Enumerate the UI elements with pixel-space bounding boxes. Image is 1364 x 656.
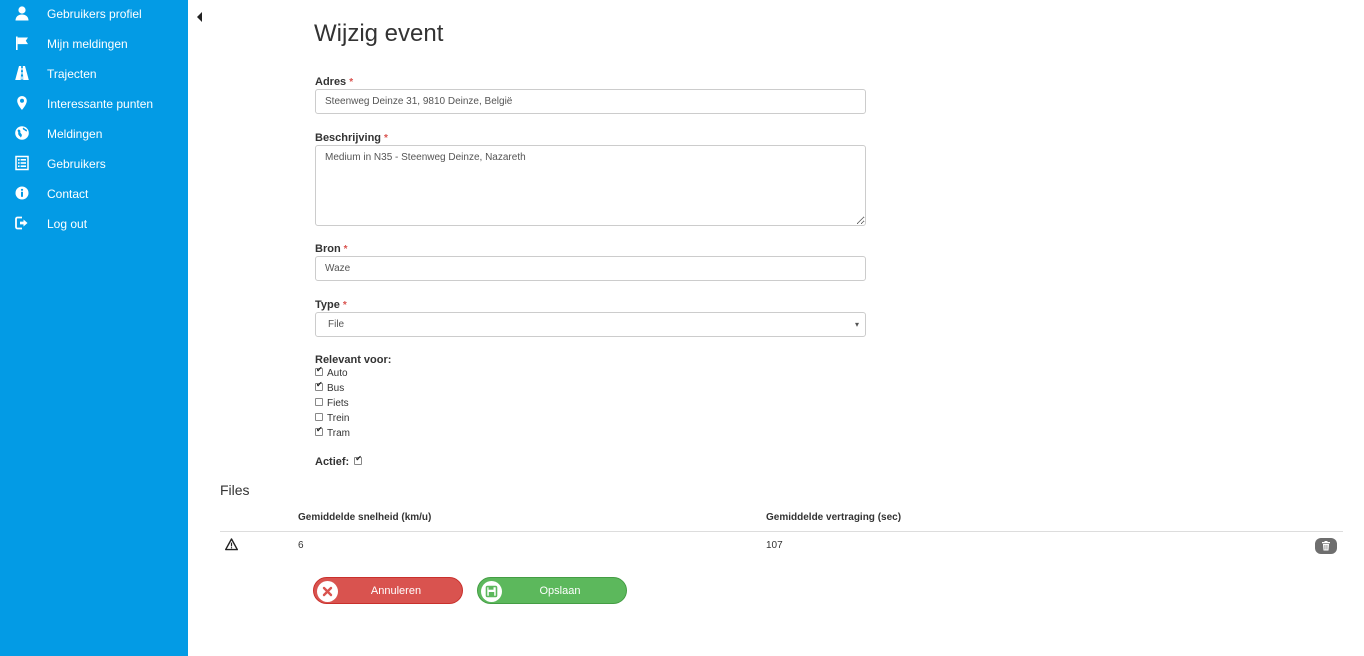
list-icon (14, 155, 32, 173)
description-label: Beschrijving * (315, 132, 388, 144)
sidebar-item-interessante-punten[interactable]: Interessante punten (0, 92, 188, 122)
column-header-delay: Gemiddelde vertraging (sec) (766, 512, 902, 523)
sidebar-item-label: Interessante punten (47, 97, 154, 111)
checkbox[interactable] (315, 413, 323, 422)
sidebar: Gebruikers profiel Mijn meldingen Trajec… (0, 0, 188, 656)
delete-button[interactable] (1315, 538, 1337, 554)
delay-cell: 107 (766, 540, 783, 551)
source-input[interactable] (315, 256, 866, 281)
road-icon (14, 65, 32, 83)
warning-icon (225, 538, 238, 551)
save-button-label: Opslaan (539, 585, 581, 597)
sidebar-item-gebruikers-profiel[interactable]: Gebruikers profiel (0, 2, 188, 32)
sidebar-item-label: Log out (47, 217, 88, 231)
speed-cell: 6 (298, 540, 304, 551)
sidebar-item-gebruikers[interactable]: Gebruikers (0, 152, 188, 182)
sidebar-item-contact[interactable]: Contact (0, 182, 188, 212)
type-select-value: File (328, 319, 345, 330)
required-mark: * (343, 244, 348, 255)
required-mark: * (342, 300, 347, 311)
sidebar-item-label: Meldingen (47, 127, 103, 141)
relevant-bus-checkbox[interactable]: Bus (315, 380, 344, 397)
sidebar-item-trajecten[interactable]: Trajecten (0, 62, 188, 92)
required-mark: * (349, 77, 354, 88)
relevant-fiets-checkbox[interactable]: Fiets (315, 398, 349, 412)
trash-icon (1322, 541, 1330, 551)
files-title: Files (220, 482, 250, 498)
type-select[interactable]: File ▾ (315, 312, 866, 337)
sidebar-item-label: Trajecten (47, 67, 97, 81)
save-button[interactable]: Opslaan (477, 577, 627, 604)
sidebar-item-label: Gebruikers profiel (47, 7, 142, 21)
log-out-icon (14, 215, 32, 233)
info-icon (14, 185, 32, 203)
cancel-button-label: Annuleren (370, 585, 422, 597)
user-icon (14, 5, 32, 23)
checkbox[interactable] (315, 365, 323, 377)
relevant-label: Relevant voor: (315, 354, 392, 366)
chevron-down-icon: ▾ (854, 320, 859, 329)
map-marker-icon (14, 95, 32, 113)
sidebar-item-label: Gebruikers (47, 157, 106, 171)
type-label: Type * (315, 299, 347, 311)
sidebar-item-log-out[interactable]: Log out (0, 212, 188, 242)
checkbox[interactable] (315, 425, 323, 437)
source-label: Bron * (315, 243, 348, 255)
sidebar-item-label: Contact (47, 187, 89, 201)
relevant-tram-checkbox[interactable]: Tram (315, 425, 350, 442)
globe-icon (14, 125, 32, 143)
cancel-button[interactable]: Annuleren (313, 577, 463, 604)
sidebar-item-label: Mijn meldingen (47, 37, 128, 51)
flag-icon (14, 35, 32, 53)
active-checkbox[interactable] (354, 454, 363, 466)
description-textarea[interactable]: Medium in N35 - Steenweg Deinze, Nazaret… (315, 145, 866, 226)
address-input[interactable] (315, 89, 866, 114)
column-header-speed: Gemiddelde snelheid (km/u) (298, 512, 432, 523)
checkbox[interactable] (315, 398, 323, 407)
sidebar-item-meldingen[interactable]: Meldingen (0, 122, 188, 152)
required-mark: * (384, 133, 388, 144)
sidebar-item-mijn-meldingen[interactable]: Mijn meldingen (0, 32, 188, 62)
address-label: Adres * (315, 76, 354, 88)
active-checkbox-row[interactable]: Actief: (315, 454, 366, 470)
page-title: Wijzig event (314, 20, 444, 47)
collapse-sidebar-icon[interactable] (196, 10, 206, 22)
checkbox[interactable] (315, 380, 323, 392)
table-divider (220, 531, 1343, 532)
